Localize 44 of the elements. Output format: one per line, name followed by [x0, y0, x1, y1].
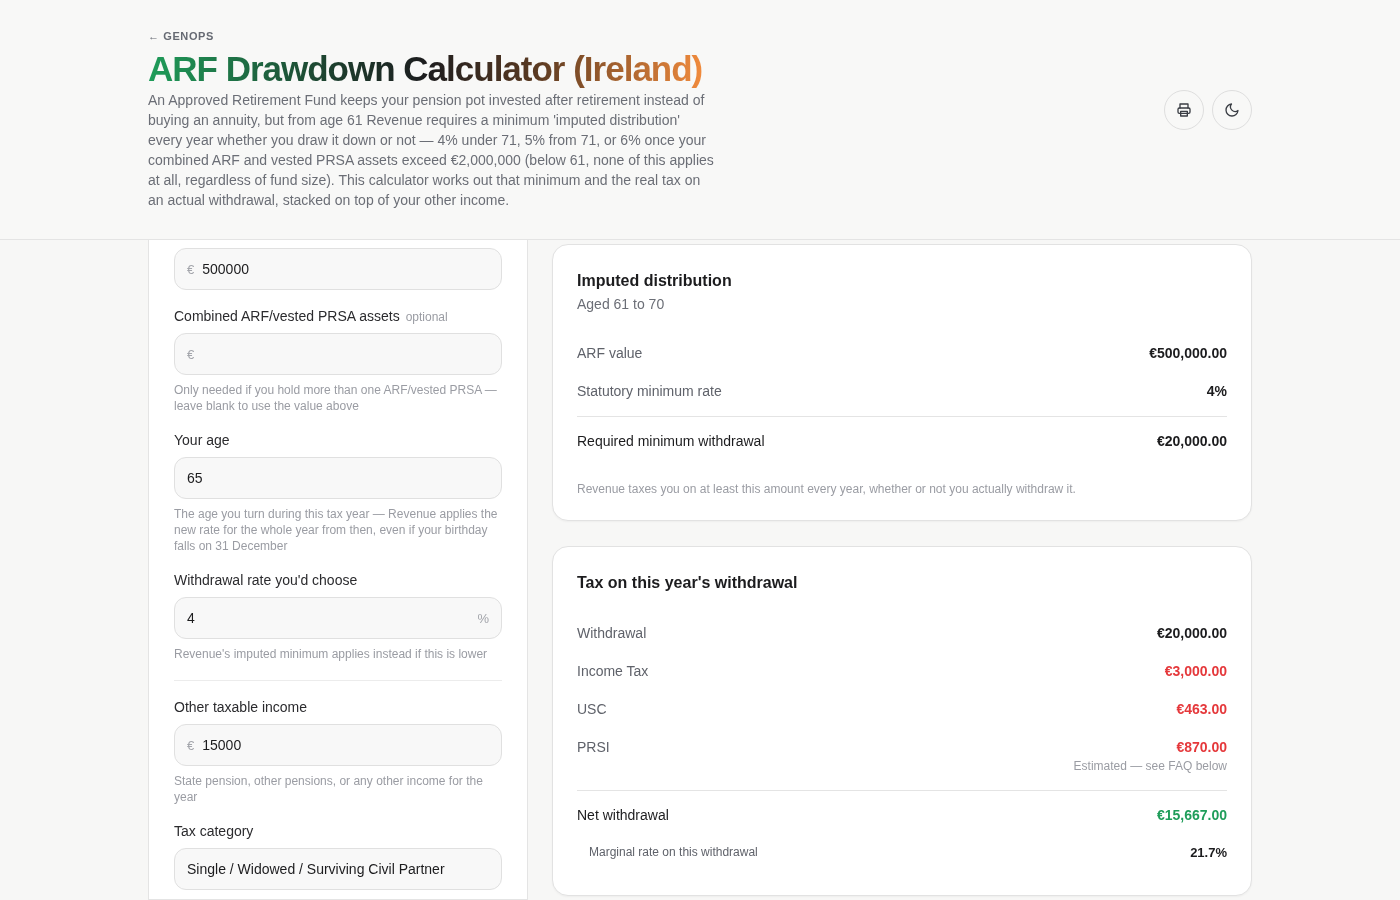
row-value: €870.00 [1176, 739, 1227, 755]
theme-toggle-button[interactable] [1212, 90, 1252, 130]
row-label: Marginal rate on this withdrawal [589, 845, 758, 859]
card-title: Imputed distribution [577, 272, 733, 290]
field-label: Withdrawal rate you'd choose [174, 572, 358, 588]
row-value: €20,000.00 [1156, 433, 1227, 449]
field-hint: Only needed if you hold more than one ARF/vested PRSA — leave blank to use the value above [174, 382, 498, 414]
row-value: €463.00 [1176, 701, 1227, 717]
card-subtitle: Aged 61 to 70 [577, 296, 666, 312]
page-description: An Approved Retirement Fund keeps your pension pot invested after retirement instead of buying an annuity, but from age 61 Revenue requires a minimum 'imputed distribution' every year whether you draw it down or not — 4% under 71, 5% from 71, or 6% once your combined ARF and vested PRSA assets exceed €2,000,000 (below 61, none of this applies at all, regardless of fund size). This calculator works out that minimum and the real tax on an actual withdrawal, stacked on top of your other income. [148, 91, 714, 210]
row-label: USC [577, 701, 607, 717]
row-value: €20,000.00 [1156, 625, 1227, 641]
row-label: Statutory minimum rate [577, 383, 722, 399]
moon-icon [1224, 102, 1240, 118]
back-link[interactable]: ← GENOPS [148, 30, 214, 42]
row-value: €3,000.00 [1164, 663, 1227, 679]
row-label: Withdrawal [577, 625, 647, 641]
print-button[interactable] [1164, 90, 1204, 130]
field-hint: State pension, other pensions, or any other income for the year [174, 773, 484, 805]
row-label: Net withdrawal [577, 807, 669, 823]
row-value: 4% [1206, 383, 1227, 399]
input-field[interactable]: 4 % [174, 597, 502, 639]
optional-tag: optional [405, 310, 448, 324]
row-label: PRSI [577, 739, 610, 755]
field-label: Other taxable income [174, 699, 308, 715]
field-label: Tax category [174, 823, 254, 839]
input-field[interactable]: Single / Widowed / Surviving Civil Partner [174, 848, 502, 890]
input-field[interactable]: € 500000 [174, 248, 502, 290]
row-label: ARF value [577, 345, 643, 361]
input-field[interactable]: € 15000 [174, 724, 502, 766]
row-value: €15,667.00 [1156, 807, 1227, 823]
card-note: Revenue taxes you on at least this amount every year, whether or not you actually withdraw it. [577, 482, 1077, 496]
printer-icon [1176, 102, 1192, 118]
row-note: Estimated — see FAQ below [1073, 759, 1227, 773]
row-label: Required minimum withdrawal [577, 433, 765, 449]
field-hint: Revenue's imputed minimum applies instead if this is lower [174, 646, 489, 662]
row-value: €500,000.00 [1149, 345, 1227, 361]
field-hint: The age you turn during this tax year — Revenue applies the new rate for the whole year from then, even if your birthday falls on 31 December [174, 506, 499, 554]
row-value: 21.7% [1190, 845, 1227, 860]
field-label: Combined ARF/vested PRSA assets [174, 308, 400, 324]
input-field[interactable]: 65 [174, 457, 502, 499]
card-title: Tax on this year's withdrawal [577, 574, 799, 592]
row-label: Income Tax [577, 663, 649, 679]
field-label: Your age [174, 432, 230, 448]
